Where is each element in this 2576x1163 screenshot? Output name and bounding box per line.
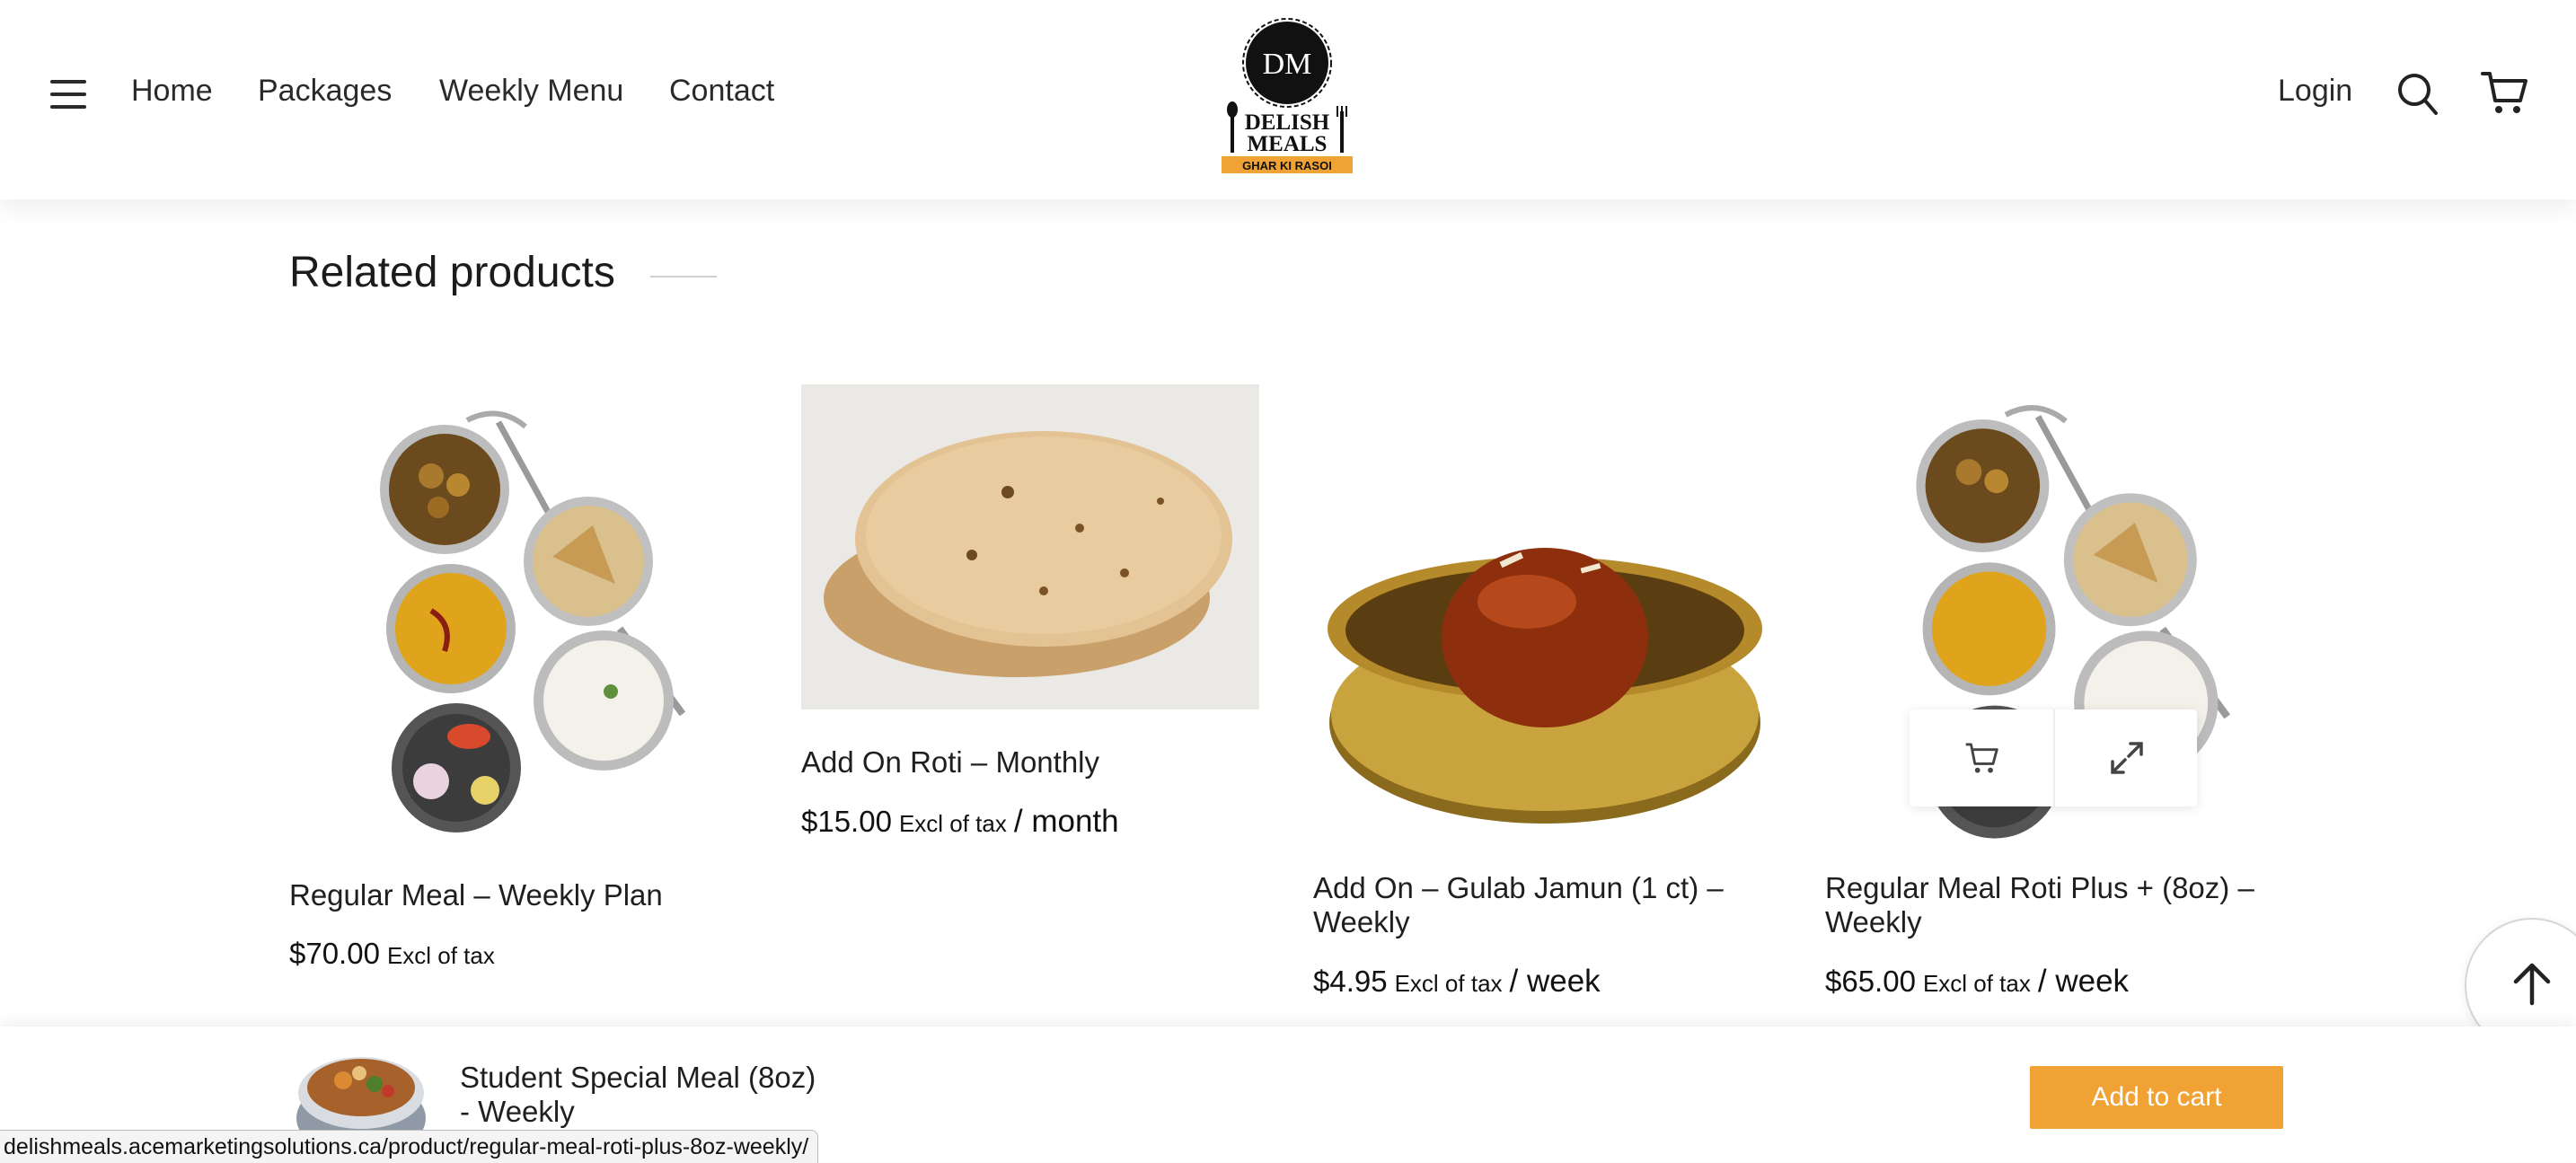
- product-price-gulab-jamun: $4.95 Excl of tax / week: [1313, 964, 1601, 1000]
- product-title-regular-meal[interactable]: Regular Meal – Weekly Plan: [289, 878, 756, 912]
- quick-add-cart-button[interactable]: [1910, 709, 2053, 806]
- menu-icon[interactable]: [50, 80, 86, 109]
- product-quick-actions: [1910, 709, 2197, 806]
- login-link[interactable]: Login: [2278, 74, 2352, 109]
- nav-home[interactable]: Home: [131, 74, 213, 109]
- tax-note: Excl of tax: [386, 942, 495, 969]
- cart-icon[interactable]: [2481, 70, 2527, 115]
- arrow-up-icon: [2513, 963, 2551, 1006]
- title-divider: [650, 276, 717, 278]
- tax-note: Excl of tax: [1922, 970, 2031, 997]
- nav-packages[interactable]: Packages: [258, 74, 392, 109]
- price-value: $4.95: [1313, 965, 1388, 998]
- product-price-roti: $15.00 Excl of tax / month: [801, 804, 1119, 840]
- price-value: $70.00: [289, 937, 380, 970]
- expand-icon: [2111, 742, 2143, 774]
- price-period: / week: [1509, 964, 1601, 999]
- logo-line1: DELISH: [1245, 110, 1330, 135]
- price-period: / month: [1013, 804, 1119, 839]
- site-logo[interactable]: DM DELISH MEALS GHAR KI RASOI: [1220, 16, 1354, 176]
- nav-weekly-menu[interactable]: Weekly Menu: [439, 74, 623, 109]
- product-image-gulab-jamun[interactable]: [1320, 512, 1769, 835]
- quick-view-button[interactable]: [2055, 709, 2197, 806]
- product-image-roti[interactable]: [801, 384, 1259, 709]
- logo-initials: DM: [1263, 48, 1312, 81]
- related-products-title: Related products: [289, 249, 615, 296]
- tax-note: Excl of tax: [1394, 970, 1503, 997]
- logo-tagline: GHAR KI RASOI: [1242, 159, 1332, 172]
- site-header: Home Packages Weekly Menu Contact DM DEL…: [0, 0, 2576, 199]
- price-value: $65.00: [1825, 965, 1916, 998]
- product-image-regular-meal[interactable]: [368, 404, 692, 835]
- product-title-roti[interactable]: Add On Roti – Monthly: [801, 745, 1268, 780]
- status-bar-url: delishmeals.acemarketingsolutions.ca/pro…: [0, 1130, 819, 1163]
- logo-line2: MEALS: [1248, 132, 1328, 156]
- price-period: / week: [2037, 964, 2130, 999]
- product-price-roti-plus: $65.00 Excl of tax / week: [1825, 964, 2129, 1000]
- price-value: $15.00: [801, 805, 892, 838]
- nav-contact[interactable]: Contact: [669, 74, 774, 109]
- sticky-product-name: Student Special Meal (8oz) - Weekly: [460, 1061, 816, 1128]
- product-title-roti-plus[interactable]: Regular Meal Roti Plus + (8oz) – Weekly: [1825, 871, 2310, 939]
- product-title-gulab-jamun[interactable]: Add On – Gulab Jamun (1 ct) – Weekly: [1313, 871, 1798, 939]
- tax-note: Excl of tax: [898, 810, 1007, 837]
- search-icon[interactable]: [2396, 72, 2439, 117]
- cart-icon: [1965, 743, 1998, 773]
- add-to-cart-button[interactable]: Add to cart: [2030, 1066, 2283, 1129]
- product-price-regular-meal: $70.00 Excl of tax: [289, 937, 495, 971]
